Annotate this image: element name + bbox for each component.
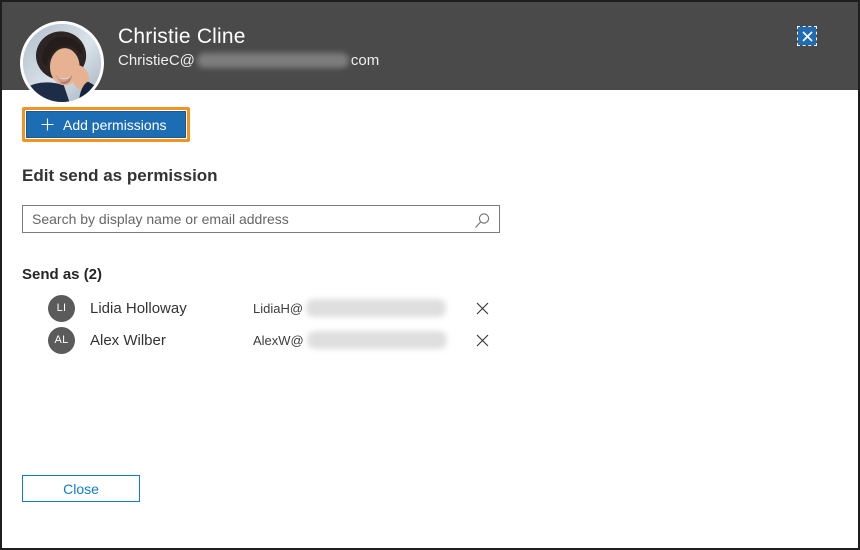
close-icon xyxy=(801,30,813,42)
remove-x-icon xyxy=(476,302,488,314)
user-email-prefix: ChristieC@ xyxy=(118,52,195,70)
search-button[interactable] xyxy=(471,209,493,231)
member-email: LidiaH@ xyxy=(253,299,447,317)
redacted-email-domain xyxy=(306,331,447,349)
member-initials-avatar: AL xyxy=(48,326,75,354)
search-icon xyxy=(474,212,489,228)
user-avatar-photo xyxy=(20,21,104,105)
member-row-alex-wilber: AL Alex Wilber AlexW@ xyxy=(22,324,492,356)
annotation-highlight-box: Add permissions xyxy=(22,107,190,142)
redacted-email-domain xyxy=(306,299,447,317)
remove-x-icon xyxy=(476,334,488,346)
add-permissions-button[interactable]: Add permissions xyxy=(26,111,186,138)
member-name: Lidia Holloway xyxy=(90,299,187,317)
page-title: Edit send as permission xyxy=(22,166,218,185)
remove-member-button[interactable] xyxy=(472,330,492,350)
search-input[interactable] xyxy=(23,206,499,232)
close-button[interactable]: Close xyxy=(22,475,140,502)
member-initials-avatar: LI xyxy=(48,294,75,322)
profile-header: Christie Cline ChristieC@ com xyxy=(2,2,858,105)
user-display-name: Christie Cline xyxy=(118,25,246,48)
send-as-member-list: LI Lidia Holloway LidiaH@ AL Alex Wilber… xyxy=(22,292,492,356)
avatar-illustration xyxy=(23,24,101,102)
user-email: ChristieC@ com xyxy=(118,52,858,69)
send-as-count-label: Send as (2) xyxy=(22,266,103,283)
member-row-lidia-holloway: LI Lidia Holloway LidiaH@ xyxy=(22,292,492,324)
user-email-suffix: com xyxy=(350,52,380,70)
remove-member-button[interactable] xyxy=(472,298,492,318)
member-name: Alex Wilber xyxy=(90,331,166,349)
edit-send-as-permission-panel: Christie Cline ChristieC@ com Add permis… xyxy=(0,0,860,550)
panel-content: Add permissions Edit send as permission … xyxy=(2,90,858,356)
member-email-prefix: LidiaH@ xyxy=(253,300,304,316)
add-permissions-label: Add permissions xyxy=(63,116,167,133)
redacted-email-domain xyxy=(196,53,349,69)
panel-close-button[interactable] xyxy=(797,26,817,46)
plus-icon xyxy=(41,118,54,131)
member-email-prefix: AlexW@ xyxy=(253,332,304,348)
search-box xyxy=(22,205,500,233)
member-email: AlexW@ xyxy=(253,331,447,349)
